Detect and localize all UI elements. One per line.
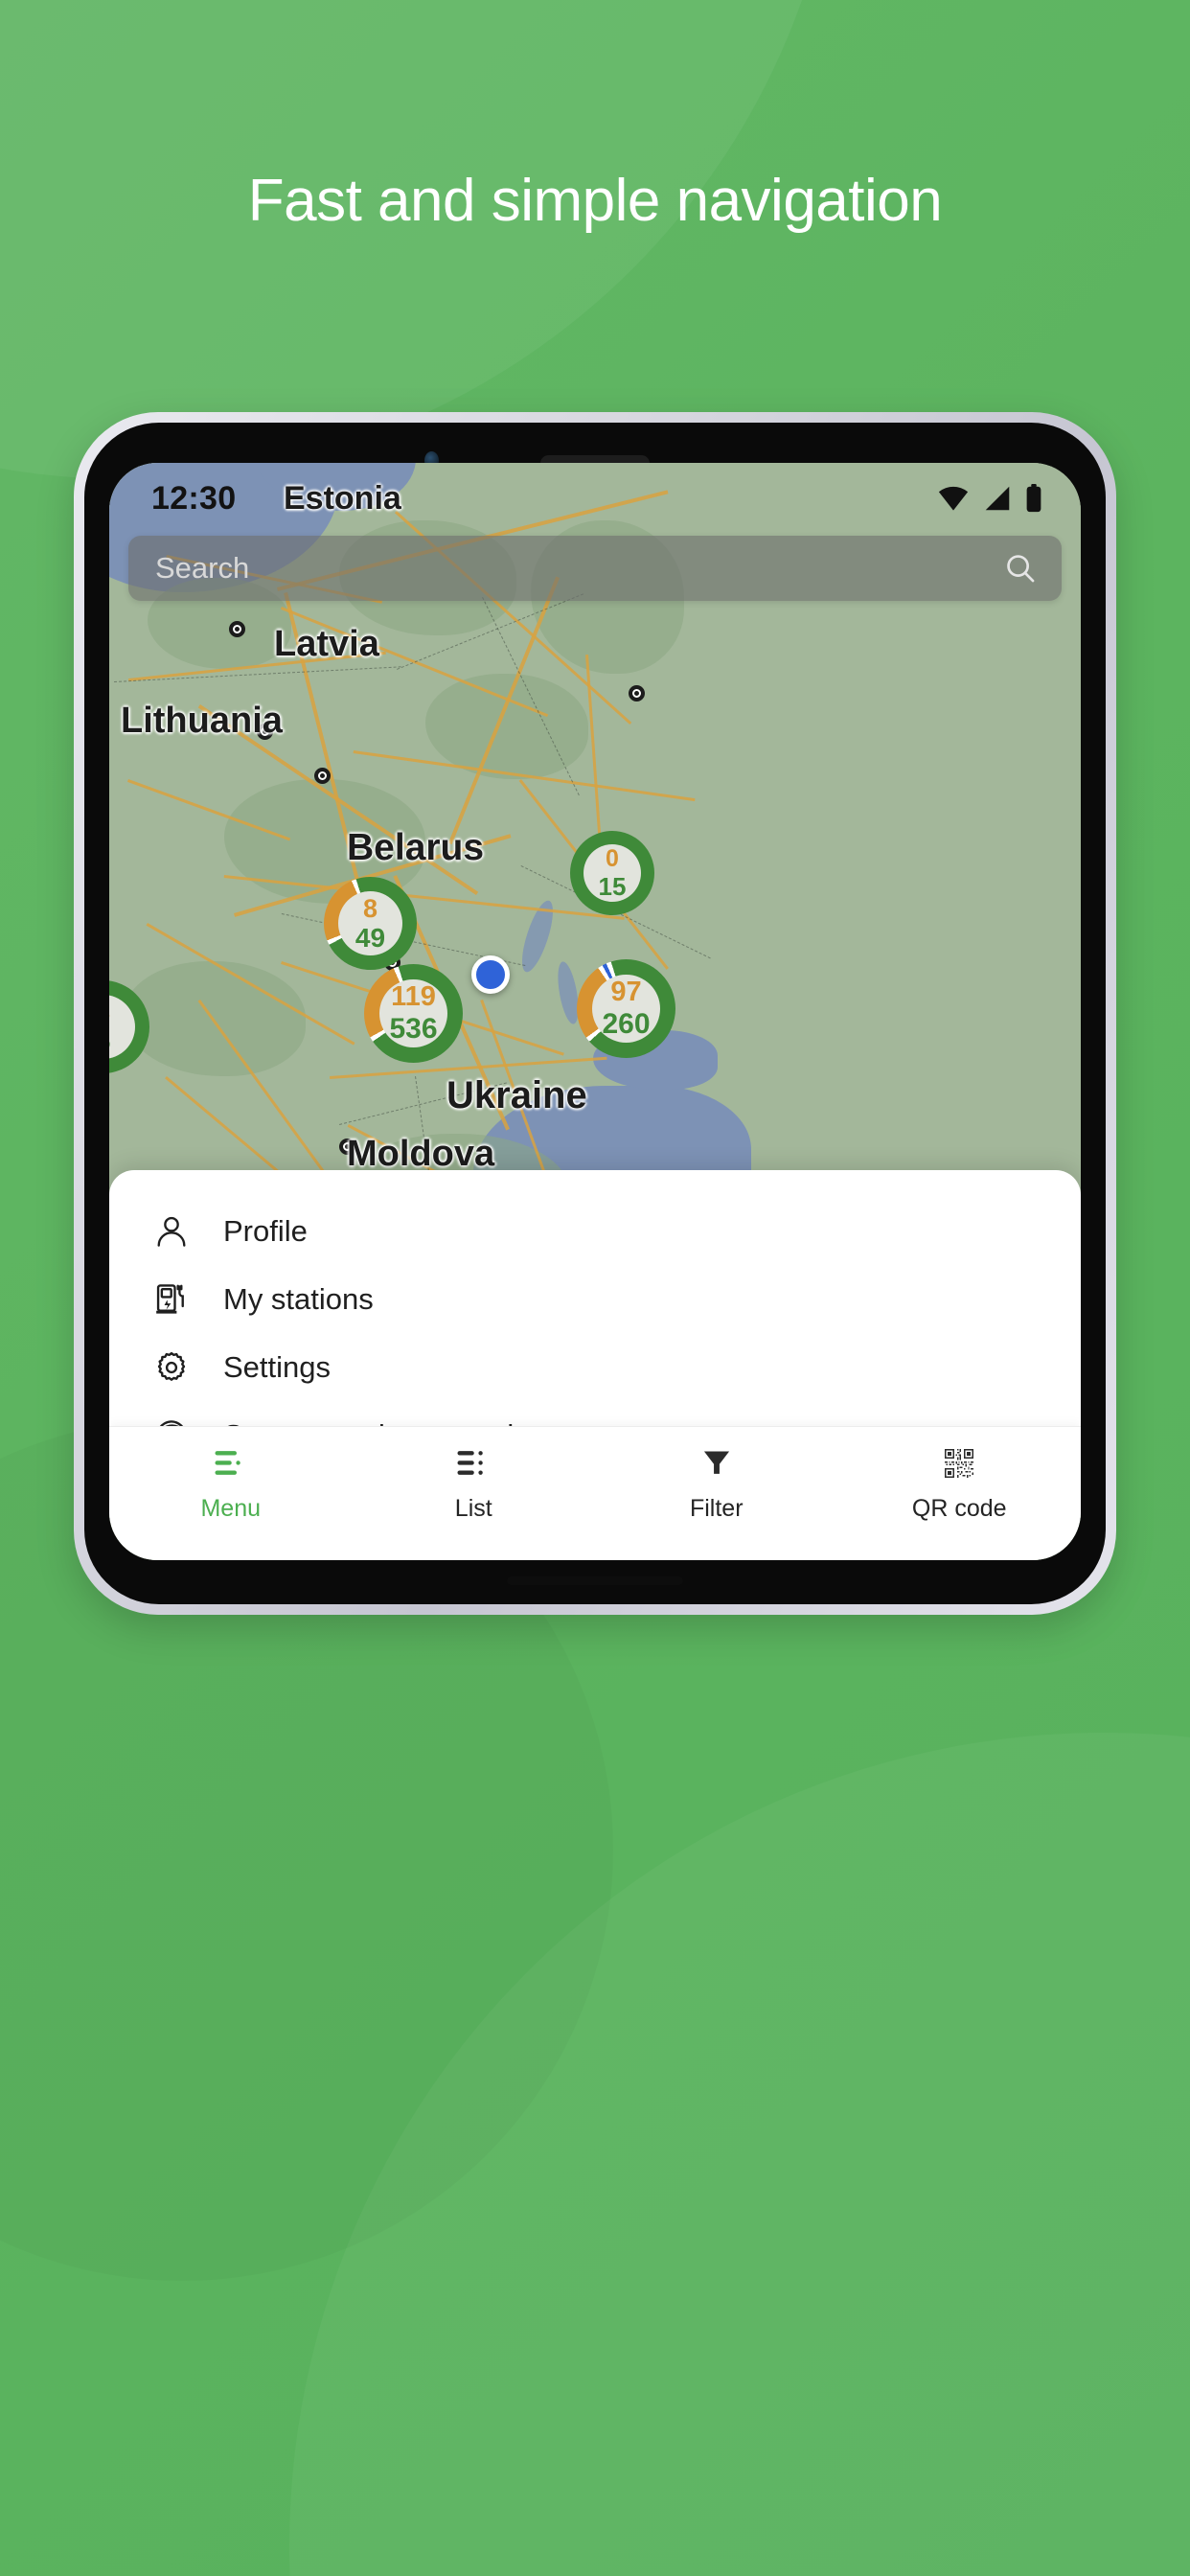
cluster-inner: 0 15: [584, 844, 641, 902]
map-city-dot[interactable]: [229, 621, 245, 637]
cluster-inner: 8 49: [338, 891, 402, 955]
nav-item-qr-code[interactable]: QR code: [838, 1427, 1082, 1560]
user-icon: [153, 1213, 203, 1250]
map-country-label: Ukraine: [446, 1074, 587, 1116]
gear-icon: [153, 1349, 203, 1386]
map-country-label: Latvia: [274, 624, 379, 664]
cluster-east[interactable]: 97 260: [577, 959, 675, 1058]
cluster-busy-count: 8: [109, 999, 110, 1025]
menu-item-profile[interactable]: Profile: [109, 1197, 1081, 1265]
user-location-dot[interactable]: [471, 955, 510, 994]
cluster-busy-count: 0: [606, 845, 619, 872]
cluster-available-count: 536: [389, 1013, 438, 1045]
nav-item-label: QR code: [911, 1495, 1007, 1522]
background-swoosh-top: [0, 0, 843, 479]
map-country-label: Lithuania: [121, 701, 283, 741]
menu-item-my-stations[interactable]: My stations: [109, 1265, 1081, 1333]
charging-station-icon: [153, 1281, 203, 1318]
cellular-signal-icon: [985, 486, 1010, 511]
cluster-inner: 119 536: [379, 979, 447, 1047]
cluster-belarus[interactable]: 8 49: [324, 877, 417, 970]
list-icon: [456, 1444, 491, 1483]
bottom-navigation-bar: Menu List Filter QR code: [109, 1426, 1081, 1560]
nav-item-list[interactable]: List: [353, 1427, 596, 1560]
battery-icon: [1026, 484, 1041, 513]
phone-body: Estonia Latvia Lithuania Belarus Ukraine Mold…: [84, 423, 1106, 1604]
filter-funnel-icon: [701, 1444, 732, 1483]
cluster-available-count: 260: [602, 1008, 651, 1040]
cluster-busy-count: 97: [610, 977, 642, 1007]
map-country-label: Moldova: [347, 1134, 495, 1174]
promo-headline: Fast and simple navigation: [247, 168, 943, 234]
nav-item-label: Filter: [689, 1495, 744, 1522]
home-indicator[interactable]: [507, 1576, 683, 1585]
cluster-busy-count: 119: [391, 981, 436, 1012]
search-icon[interactable]: [1004, 552, 1037, 585]
search-input[interactable]: [155, 551, 1004, 586]
cluster-inner: 97 260: [592, 975, 660, 1043]
cluster-available-count: 5: [109, 1027, 110, 1055]
menu-list-icon: [214, 1444, 248, 1483]
nav-item-label: List: [454, 1495, 492, 1522]
status-bar-icons: [937, 484, 1042, 513]
cluster-inner: 85: [109, 995, 135, 1059]
status-bar-clock: 12:30: [151, 479, 237, 517]
menu-item-label: Profile: [223, 1213, 308, 1248]
nav-item-menu[interactable]: Menu: [109, 1427, 353, 1560]
status-bar: 12:30: [109, 463, 1081, 534]
menu-item-settings[interactable]: Settings: [109, 1333, 1081, 1401]
cluster-ukraine[interactable]: 119 536: [364, 964, 463, 1063]
search-bar[interactable]: [128, 536, 1062, 601]
nav-item-label: Menu: [200, 1495, 262, 1522]
menu-item-list: Profile My stations Settings: [109, 1170, 1081, 1469]
qr-code-icon: [945, 1444, 974, 1483]
map-country-label: Belarus: [347, 827, 485, 868]
menu-item-label: My stations: [223, 1281, 374, 1316]
menu-item-label: Settings: [223, 1349, 332, 1384]
cluster-available-count: 49: [355, 922, 386, 953]
phone-screen: Estonia Latvia Lithuania Belarus Ukraine Mold…: [109, 463, 1081, 1560]
cluster-russia-nw[interactable]: 0 15: [570, 831, 654, 915]
phone-mockup: Estonia Latvia Lithuania Belarus Ukraine Mold…: [74, 412, 1116, 1615]
map-city-dot[interactable]: [629, 685, 645, 702]
map-city-dot[interactable]: [314, 768, 331, 784]
wifi-icon: [938, 486, 969, 511]
nav-item-filter[interactable]: Filter: [595, 1427, 838, 1560]
cluster-available-count: 15: [598, 872, 627, 901]
cluster-busy-count: 8: [362, 893, 378, 923]
